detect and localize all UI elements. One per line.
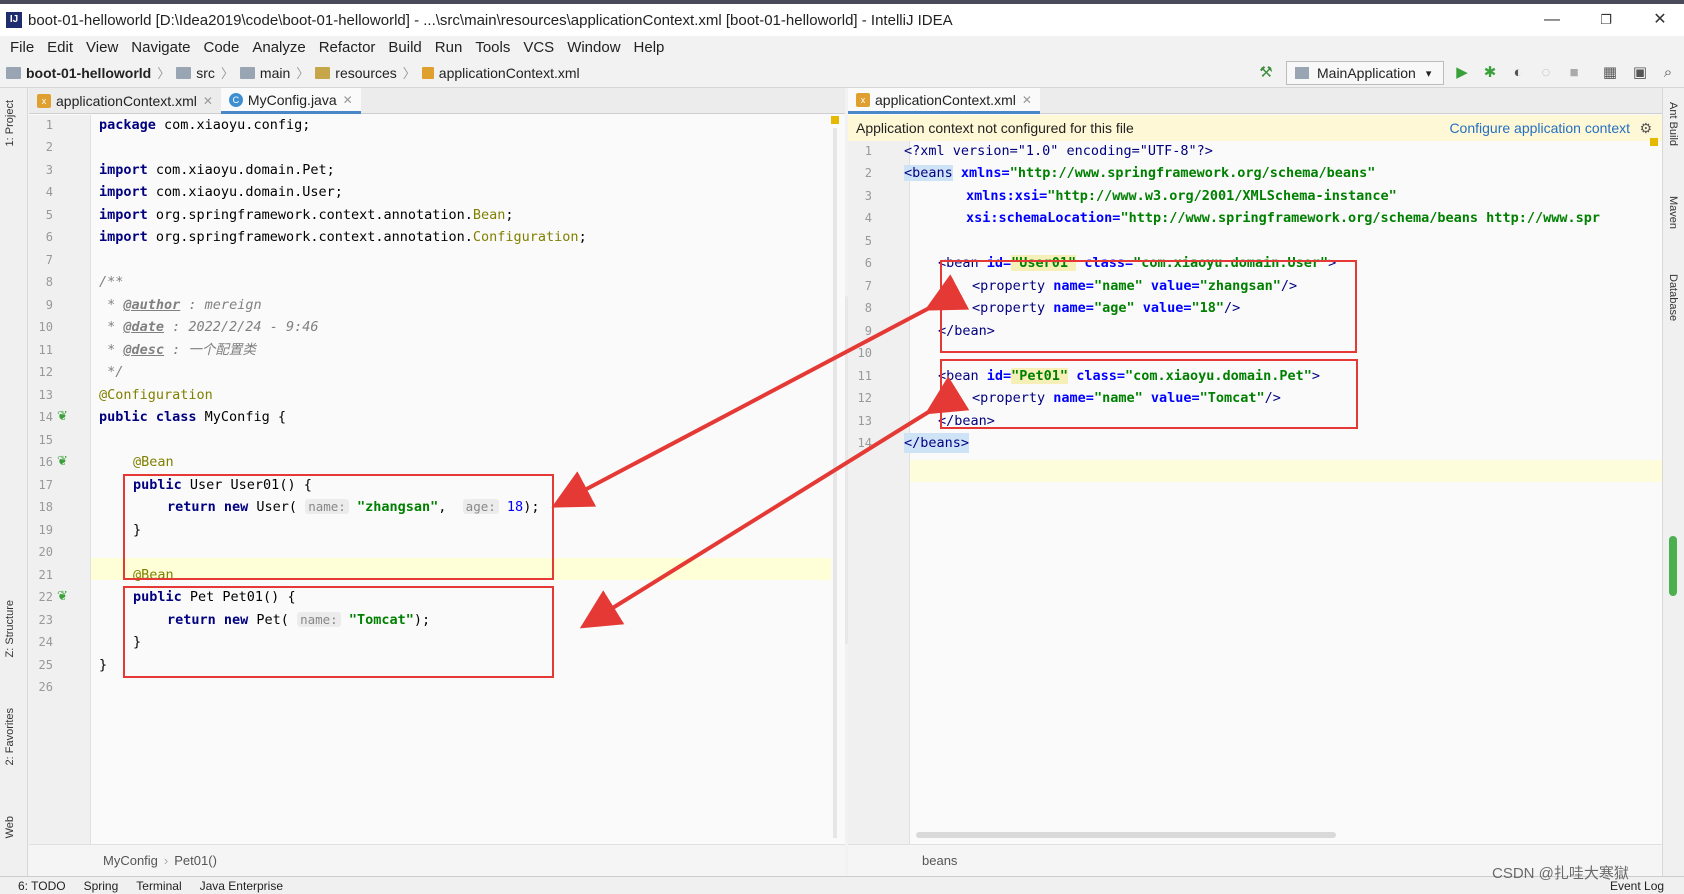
maven-tool-tab[interactable]: Maven	[1667, 196, 1679, 229]
menu-navigate[interactable]: Navigate	[131, 39, 190, 56]
watermark: CSDN @扎哇大寒獄	[1492, 865, 1629, 882]
intellij-logo-icon: IJ	[6, 12, 22, 28]
menu-view[interactable]: View	[86, 39, 118, 56]
web-tool-tab[interactable]: Web	[4, 816, 16, 838]
menu-tools[interactable]: Tools	[475, 39, 510, 56]
project-tool-tab[interactable]: 1: Project	[4, 100, 16, 146]
tab-myconfig-java[interactable]: C MyConfig.java ✕	[220, 88, 361, 114]
editor-scrollbar[interactable]	[833, 128, 837, 838]
java-class-icon: C	[228, 92, 243, 107]
left-editor-breadcrumb: MyConfig › Pet01()	[29, 844, 845, 876]
menu-build[interactable]: Build	[388, 39, 421, 56]
breadcrumb-file[interactable]: applicationContext.xml	[421, 65, 580, 81]
left-gutter: 1 2 3 4 5 6 7 8 9 10 11 12 13 14 15 16 1…	[29, 115, 91, 845]
structure-tool-tab[interactable]: Z: Structure	[4, 600, 16, 657]
crumb-class[interactable]: MyConfig	[103, 853, 158, 868]
warning-stripe-marker	[1650, 138, 1658, 146]
menu-analyze[interactable]: Analyze	[252, 39, 305, 56]
window-title: boot-01-helloworld [D:\Idea2019\code\boo…	[28, 11, 953, 29]
xml-bean-user01-highlight-box	[940, 260, 1357, 353]
ide-window: IJ boot-01-helloworld [D:\Idea2019\code\…	[0, 0, 1684, 894]
run-config-icon	[1295, 67, 1309, 79]
chevron-down-icon: ▾	[1425, 67, 1432, 80]
database-tool-tab[interactable]: Database	[1667, 274, 1679, 321]
xml-file-icon	[421, 66, 434, 79]
spring-bean-gutter-icon[interactable]: ❦	[57, 453, 68, 469]
menu-bar: File Edit View Navigate Code Analyze Ref…	[0, 36, 1684, 58]
crumb-method[interactable]: Pet01()	[174, 853, 217, 868]
tab-applicationcontext-xml[interactable]: x applicationContext.xml ✕	[29, 88, 221, 114]
menu-file[interactable]: File	[10, 39, 34, 56]
right-gutter: 1 2 3 4 5 6 7 8 9 10 11 12 13 14	[848, 141, 910, 844]
tab-applicationcontext-xml[interactable]: x applicationContext.xml ✕	[848, 88, 1040, 114]
left-editor-pane: x applicationContext.xml ✕ C MyConfig.jav…	[29, 88, 845, 876]
breadcrumb-main[interactable]: main 〉	[239, 63, 309, 82]
java-enterprise-tool-button[interactable]: Java Enterprise	[200, 879, 283, 893]
folder-icon	[239, 66, 255, 79]
close-tab-icon[interactable]: ✕	[343, 93, 353, 107]
resources-folder-icon	[315, 66, 331, 79]
status-bar: 6: TODO Spring Terminal Java Enterprise …	[0, 876, 1684, 894]
context-warning-banner: Application context not configured for t…	[848, 115, 1662, 141]
breadcrumb-resources[interactable]: resources 〉	[315, 63, 416, 82]
debug-icon[interactable]: ✱	[1480, 63, 1500, 83]
stop-icon[interactable]: ■	[1564, 63, 1584, 83]
folder-icon	[176, 66, 192, 79]
coverage-icon[interactable]: ◐	[1508, 63, 1528, 83]
close-tab-icon[interactable]: ✕	[1022, 93, 1032, 107]
breadcrumb-src[interactable]: src 〉	[176, 63, 234, 82]
close-tab-icon[interactable]: ✕	[203, 94, 213, 108]
crumb-beans[interactable]: beans	[922, 853, 957, 868]
current-line-highlight	[848, 460, 1662, 482]
menu-vcs[interactable]: VCS	[523, 39, 554, 56]
navigation-bar: boot-01-helloworld 〉 src 〉 main 〉 resources…	[0, 58, 1684, 88]
gear-icon[interactable]: ⚙	[1639, 120, 1652, 137]
run-configuration-select[interactable]: MainApplication ▾	[1286, 61, 1444, 85]
menu-run[interactable]: Run	[435, 39, 463, 56]
close-button[interactable]: ✕	[1638, 4, 1682, 36]
run-icon[interactable]: ▶	[1452, 63, 1472, 83]
terminal-tool-button[interactable]: Terminal	[136, 879, 181, 893]
spring-tool-button[interactable]: Spring	[84, 879, 119, 893]
title-bar: IJ boot-01-helloworld [D:\Idea2019\code\…	[0, 0, 1684, 36]
spring-bean-gutter-icon[interactable]: ❦	[57, 588, 68, 604]
minimize-button[interactable]: —	[1530, 4, 1574, 36]
favorites-tool-tab[interactable]: 2: Favorites	[4, 708, 16, 765]
xml-bean-pet01-highlight-box	[940, 359, 1358, 429]
project-structure-icon[interactable]: ▦	[1600, 63, 1620, 83]
java-code[interactable]: package com.xiaoyu.config; import com.xi…	[99, 115, 587, 673]
bean-pet01-highlight-box	[123, 586, 554, 678]
memory-indicator	[1669, 536, 1677, 596]
menu-code[interactable]: Code	[203, 39, 239, 56]
bean-user01-highlight-box	[123, 474, 554, 580]
banner-message: Application context not configured for t…	[856, 120, 1134, 136]
xml-file-icon: x	[856, 92, 870, 107]
project-folder-icon	[6, 66, 21, 79]
sdk-icon[interactable]: ▣	[1630, 63, 1650, 83]
warning-stripe-marker	[831, 116, 839, 124]
left-tool-strip: 1: Project Z: Structure 2: Favorites Web	[0, 88, 28, 876]
search-icon[interactable]: ⌕	[1658, 63, 1678, 83]
run-configuration-label: MainApplication	[1317, 65, 1416, 81]
horizontal-scrollbar[interactable]	[916, 832, 1336, 838]
spring-bean-gutter-icon[interactable]: ❦	[57, 408, 68, 424]
menu-help[interactable]: Help	[634, 39, 665, 56]
left-editor-tabs: x applicationContext.xml ✕ C MyConfig.jav…	[29, 88, 845, 114]
menu-refactor[interactable]: Refactor	[319, 39, 376, 56]
todo-tool-button[interactable]: 6: TODO	[18, 879, 66, 893]
right-tool-strip: Ant Build Maven Database	[1662, 88, 1684, 876]
restore-button[interactable]: ❐	[1584, 4, 1628, 36]
menu-window[interactable]: Window	[567, 39, 620, 56]
menu-edit[interactable]: Edit	[47, 39, 73, 56]
breadcrumb-project[interactable]: boot-01-helloworld 〉	[6, 63, 170, 82]
profile-icon[interactable]: ◌	[1536, 63, 1556, 83]
right-editor-tabs: x applicationContext.xml ✕	[848, 88, 1662, 114]
build-hammer-icon[interactable]: ⚒	[1256, 63, 1276, 83]
configure-context-link[interactable]: Configure application context	[1449, 120, 1630, 136]
ant-build-tool-tab[interactable]: Ant Build	[1667, 102, 1679, 146]
xml-file-icon: x	[37, 94, 51, 108]
right-editor-pane: x applicationContext.xml ✕ Application co…	[848, 88, 1662, 876]
